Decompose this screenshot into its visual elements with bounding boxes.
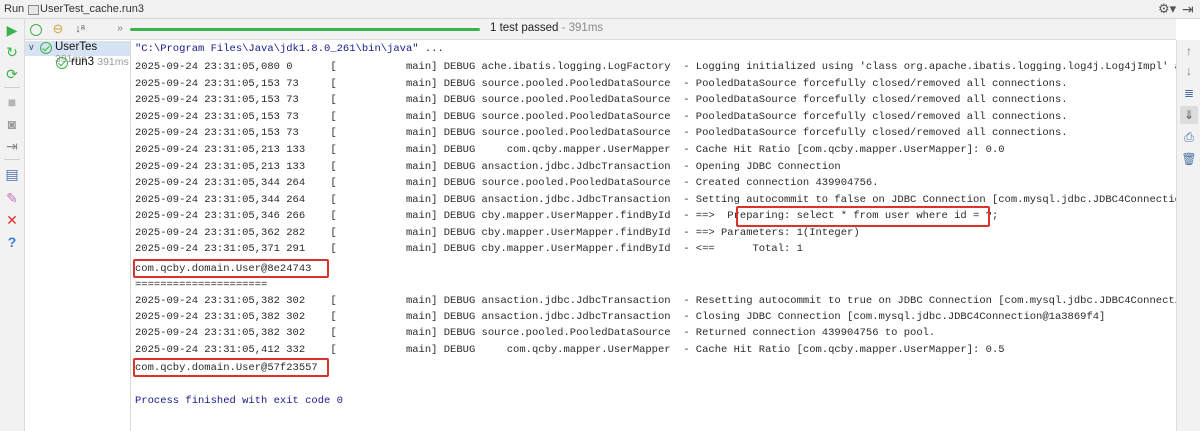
log-line: 2025-09-24 23:31:05,382 302 [ main] DEBU… [135,311,1106,323]
sql-highlight-box [736,206,990,227]
left-toolbar: ▶ ↻ ⟳ ■ ◙ ⇥ ▤ ✎ ✕ ? [0,19,25,431]
tree-item-test[interactable]: run3 391ms [71,56,129,68]
toggle-auto-test-icon[interactable]: ⟳ [3,65,21,83]
run-label: Run [4,3,25,15]
log-line: 2025-09-24 23:31:05,362 282 [ main] DEBU… [135,227,860,239]
chevron-down-icon[interactable]: ∨ [28,42,35,53]
test-progress-bar [130,28,480,31]
command-line[interactable]: "C:\Program Files\Java\jdk1.8.0_261\bin\… [135,41,444,57]
scroll-down-icon[interactable]: ↓ [1180,62,1198,80]
log-line: 2025-09-24 23:31:05,371 291 [ main] DEBU… [135,243,803,255]
right-toolbar: ↑ ↓ ≣ ⇓ ⎙ 🗑 [1176,40,1200,431]
scroll-to-end-icon[interactable]: ⇓ [1180,106,1198,124]
stop-icon[interactable]: ■ [3,93,21,111]
log-line: 2025-09-24 23:31:05,153 73 [ main] DEBUG… [135,127,1068,139]
run-window-titlebar: Run UserTest_cache.run3 ⚙▾ ⇥ [0,0,1200,19]
tree-toolbar: ⊖ ↓ᵃ » [25,19,130,40]
camera-icon[interactable]: ◙ [3,115,21,133]
log-line: 2025-09-24 23:31:05,382 302 [ main] DEBU… [135,295,1200,307]
object-highlight-box-1 [133,259,329,278]
test-status-text: 1 test passed - 391ms [490,22,603,34]
test-status-bar: 1 test passed - 391ms [130,19,1176,40]
exit-icon[interactable]: ⇥ [3,137,21,155]
log-line: 2025-09-24 23:31:05,344 264 [ main] DEBU… [135,177,879,189]
run-config-icon [28,5,39,15]
run-tab-name[interactable]: UserTest_cache.run3 [40,3,144,15]
sort-alphabetically-icon[interactable]: ↓ᵃ [71,20,89,38]
gear-icon[interactable]: ⚙▾ [1158,1,1176,17]
test-time: 391ms [97,56,129,68]
show-ignored-icon[interactable]: ⊖ [49,20,67,38]
tests-passed-label: 1 test passed [490,22,559,34]
object-highlight-box-2 [133,358,329,377]
log-line: 2025-09-24 23:31:05,153 73 [ main] DEBUG… [135,78,1068,90]
close-icon[interactable]: ✕ [3,211,21,229]
show-passed-icon[interactable] [27,20,45,38]
log-line: 2025-09-24 23:31:05,412 332 [ main] DEBU… [135,344,1005,356]
soft-wrap-icon[interactable]: ≣ [1180,84,1198,102]
separator-line: ===================== [135,279,268,291]
test-label: run3 [71,56,95,68]
scroll-up-icon[interactable]: ↑ [1180,42,1198,60]
rerun-icon[interactable]: ▶ [3,21,21,39]
layout-icon[interactable]: ▤ [3,165,21,183]
log-line: 2025-09-24 23:31:05,213 133 [ main] DEBU… [135,144,1005,156]
log-line: 2025-09-24 23:31:05,153 73 [ main] DEBUG… [135,111,1068,123]
log-line: 2025-09-24 23:31:05,344 264 [ main] DEBU… [135,194,1200,206]
suite-label: UserTes [55,41,98,53]
more-icon[interactable]: » [111,20,129,38]
log-line: 2025-09-24 23:31:05,213 133 [ main] DEBU… [135,161,841,173]
hide-panel-icon[interactable]: ⇥ [1182,1,1194,18]
print-icon[interactable]: ⎙ [1180,128,1198,146]
help-icon[interactable]: ? [3,233,21,251]
passed-icon [56,57,68,69]
pin-icon[interactable]: ✎ [3,189,21,207]
console-output[interactable]: "C:\Program Files\Java\jdk1.8.0_261\bin\… [131,40,1200,431]
clear-icon[interactable]: 🗑 [1180,150,1198,168]
rerun-failed-icon[interactable]: ↻ [3,43,21,61]
test-tree: ∨ UserTes 391ms run3 391ms [25,40,131,431]
tests-duration-label: - 391ms [558,22,604,34]
passed-icon [40,42,52,54]
log-line: 2025-09-24 23:31:05,080 0 [ main] DEBUG … [135,61,1200,73]
log-line: 2025-09-24 23:31:05,382 302 [ main] DEBU… [135,327,936,339]
log-line: 2025-09-24 23:31:05,153 73 [ main] DEBUG… [135,94,1068,106]
process-finished-line: Process finished with exit code 0 [135,395,343,407]
